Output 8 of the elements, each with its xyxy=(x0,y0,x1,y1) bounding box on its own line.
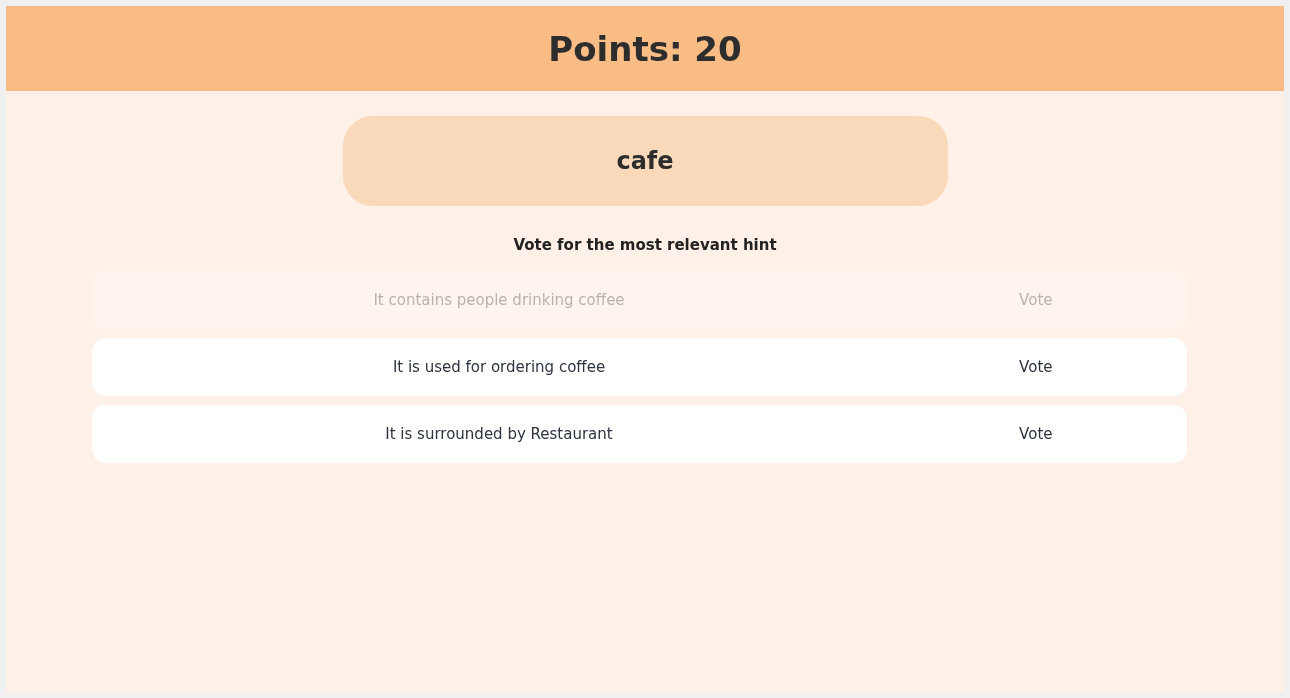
hint-text: It is surrounded by Restaurant xyxy=(384,425,614,443)
instruction-text: Vote for the most relevant hint xyxy=(513,236,777,254)
word-text: cafe xyxy=(616,147,674,175)
points-title: Points: 20 xyxy=(548,28,742,69)
vote-button[interactable]: Vote xyxy=(1007,352,1065,382)
hint-text: It is used for ordering coffee xyxy=(391,358,607,376)
hint-text: It contains people drinking coffee xyxy=(372,291,626,309)
vote-button[interactable]: Vote xyxy=(1007,419,1065,449)
